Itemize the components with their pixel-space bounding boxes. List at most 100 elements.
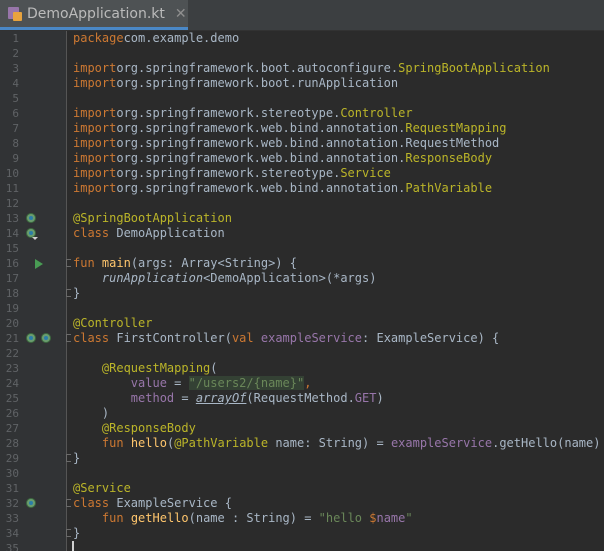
- line-number: 35: [5, 542, 19, 551]
- code-token: name: String) =: [268, 436, 391, 450]
- code-line-8[interactable]: 8 importorg.springframework.web.bind.anno…: [0, 136, 604, 151]
- code-token: ): [73, 406, 110, 420]
- code-line-35[interactable]: 35: [0, 541, 604, 551]
- code-line-23[interactable]: 23 @RequestMapping(: [0, 361, 604, 376]
- tab-demoapplication-kt[interactable]: DemoApplication.kt ✕: [0, 0, 188, 30]
- code-line-14[interactable]: 14 class DemoApplication: [0, 226, 604, 241]
- fold-marker-icon[interactable]: [66, 499, 71, 507]
- line-number: 6: [12, 107, 19, 120]
- spring-bean-icon[interactable]: [41, 333, 52, 344]
- code-line-13[interactable]: 13 @SpringBootApplication: [0, 211, 604, 226]
- code-line-2[interactable]: 2: [0, 46, 604, 61]
- line-number: 34: [5, 527, 19, 540]
- code-line-15[interactable]: 15: [0, 241, 604, 256]
- code-token: @Controller: [73, 316, 153, 330]
- spring-bean-icon[interactable]: [26, 228, 38, 240]
- fold-marker-icon[interactable]: [66, 289, 71, 297]
- code-line-20[interactable]: 20 @Controller: [0, 316, 604, 331]
- code-token: <DemoApplication>(*args): [203, 271, 377, 285]
- fold-marker-icon[interactable]: [66, 334, 71, 342]
- close-icon[interactable]: ✕: [175, 6, 187, 22]
- code-token: PathVariable: [405, 181, 493, 195]
- code-text: }: [73, 451, 80, 466]
- code-token: import: [73, 61, 117, 75]
- line-number: 11: [5, 182, 19, 195]
- code-line-19[interactable]: 19: [0, 301, 604, 316]
- code-line-25[interactable]: 25 method = arrayOf(RequestMethod.GET): [0, 391, 604, 406]
- fold-marker-icon[interactable]: [66, 259, 71, 267]
- code-token: }: [73, 451, 81, 465]
- code-line-22[interactable]: 22: [0, 346, 604, 361]
- line-number: 12: [5, 197, 19, 210]
- code-token: fun: [101, 511, 124, 525]
- code-token: }: [73, 526, 81, 540]
- line-number: 23: [5, 362, 19, 375]
- code-token: ExampleService {: [109, 496, 232, 510]
- code-token: class: [73, 496, 110, 510]
- code-token: @SpringBootApplication: [73, 211, 232, 225]
- code-token: (: [210, 361, 218, 375]
- code-text: runApplication<DemoApplication>(*args): [73, 271, 377, 286]
- code-line-16[interactable]: 16 fun main(args: Array<String>) {: [0, 256, 604, 271]
- run-icon[interactable]: [35, 259, 43, 269]
- code-line-4[interactable]: 4 importorg.springframework.boot.runAppli…: [0, 76, 604, 91]
- line-number: 30: [5, 467, 19, 480]
- code-line-24[interactable]: 24 value = "/users2/{name}",: [0, 376, 604, 391]
- code-line-27[interactable]: 27 @ResponseBody: [0, 421, 604, 436]
- code-line-30[interactable]: 30: [0, 466, 604, 481]
- code-token: Controller: [340, 106, 413, 120]
- code-text: }: [73, 286, 80, 301]
- code-text: importorg.springframework.stereotype.Con…: [73, 106, 413, 121]
- line-number: 5: [12, 92, 19, 105]
- code-line-7[interactable]: 7 importorg.springframework.web.bind.anno…: [0, 121, 604, 136]
- fold-marker-icon[interactable]: [66, 529, 71, 537]
- code-line-10[interactable]: 10 importorg.springframework.stereotype.S…: [0, 166, 604, 181]
- code-text: @ResponseBody: [73, 421, 196, 436]
- fold-marker-icon[interactable]: [66, 454, 71, 462]
- code-line-29[interactable]: 29}: [0, 451, 604, 466]
- code-token: import: [73, 151, 117, 165]
- line-number: 14: [5, 227, 19, 240]
- spring-bean-icon[interactable]: [26, 498, 37, 509]
- line-number: 29: [5, 452, 19, 465]
- code-line-11[interactable]: 11 importorg.springframework.web.bind.ann…: [0, 181, 604, 196]
- code-token: import: [73, 76, 117, 90]
- code-text: importorg.springframework.web.bind.annot…: [73, 181, 492, 196]
- spring-bean-icon[interactable]: [26, 213, 37, 224]
- line-number: 16: [5, 257, 19, 270]
- code-line-33[interactable]: 33 fun getHello(name : String) = "hello …: [0, 511, 604, 526]
- code-token: name: [376, 511, 406, 525]
- code-line-21[interactable]: 21 class FirstController(val exampleServi…: [0, 331, 604, 346]
- line-number: 27: [5, 422, 19, 435]
- code-line-34[interactable]: 34}: [0, 526, 604, 541]
- code-token: DemoApplication: [109, 226, 225, 240]
- code-text: @Controller: [73, 316, 152, 331]
- code-line-6[interactable]: 6 importorg.springframework.stereotype.Co…: [0, 106, 604, 121]
- line-number: 10: [5, 167, 19, 180]
- code-line-18[interactable]: 18}: [0, 286, 604, 301]
- code-editor[interactable]: 1 packagecom.example.demo 2 3 importorg.spri…: [0, 31, 604, 551]
- code-token: =: [174, 391, 196, 405]
- code-token: org.springframework.web.bind.annotation.: [116, 181, 406, 195]
- code-token: (RequestMethod.: [246, 391, 355, 405]
- code-line-26[interactable]: 26 ): [0, 406, 604, 421]
- line-number: 28: [5, 437, 19, 450]
- code-token: ResponseBody: [405, 151, 493, 165]
- code-line-1[interactable]: 1 packagecom.example.demo: [0, 31, 604, 46]
- kotlin-file-icon: [8, 6, 22, 21]
- code-line-32[interactable]: 32 class ExampleService {: [0, 496, 604, 511]
- code-line-17[interactable]: 17 runApplication<DemoApplication>(*args…: [0, 271, 604, 286]
- code-token: com.example.demo: [123, 31, 240, 45]
- code-line-28[interactable]: 28 fun hello(@PathVariable name: String)…: [0, 436, 604, 451]
- code-line-31[interactable]: 31 @Service: [0, 481, 604, 496]
- code-line-12[interactable]: 12: [0, 196, 604, 211]
- spring-bean-icon[interactable]: [26, 333, 37, 344]
- line-number: 9: [12, 152, 19, 165]
- code-line-5[interactable]: 5: [0, 91, 604, 106]
- code-line-3[interactable]: 3 importorg.springframework.boot.autoconf…: [0, 61, 604, 76]
- line-number: 19: [5, 302, 19, 315]
- code-line-9[interactable]: 9 importorg.springframework.web.bind.anno…: [0, 151, 604, 166]
